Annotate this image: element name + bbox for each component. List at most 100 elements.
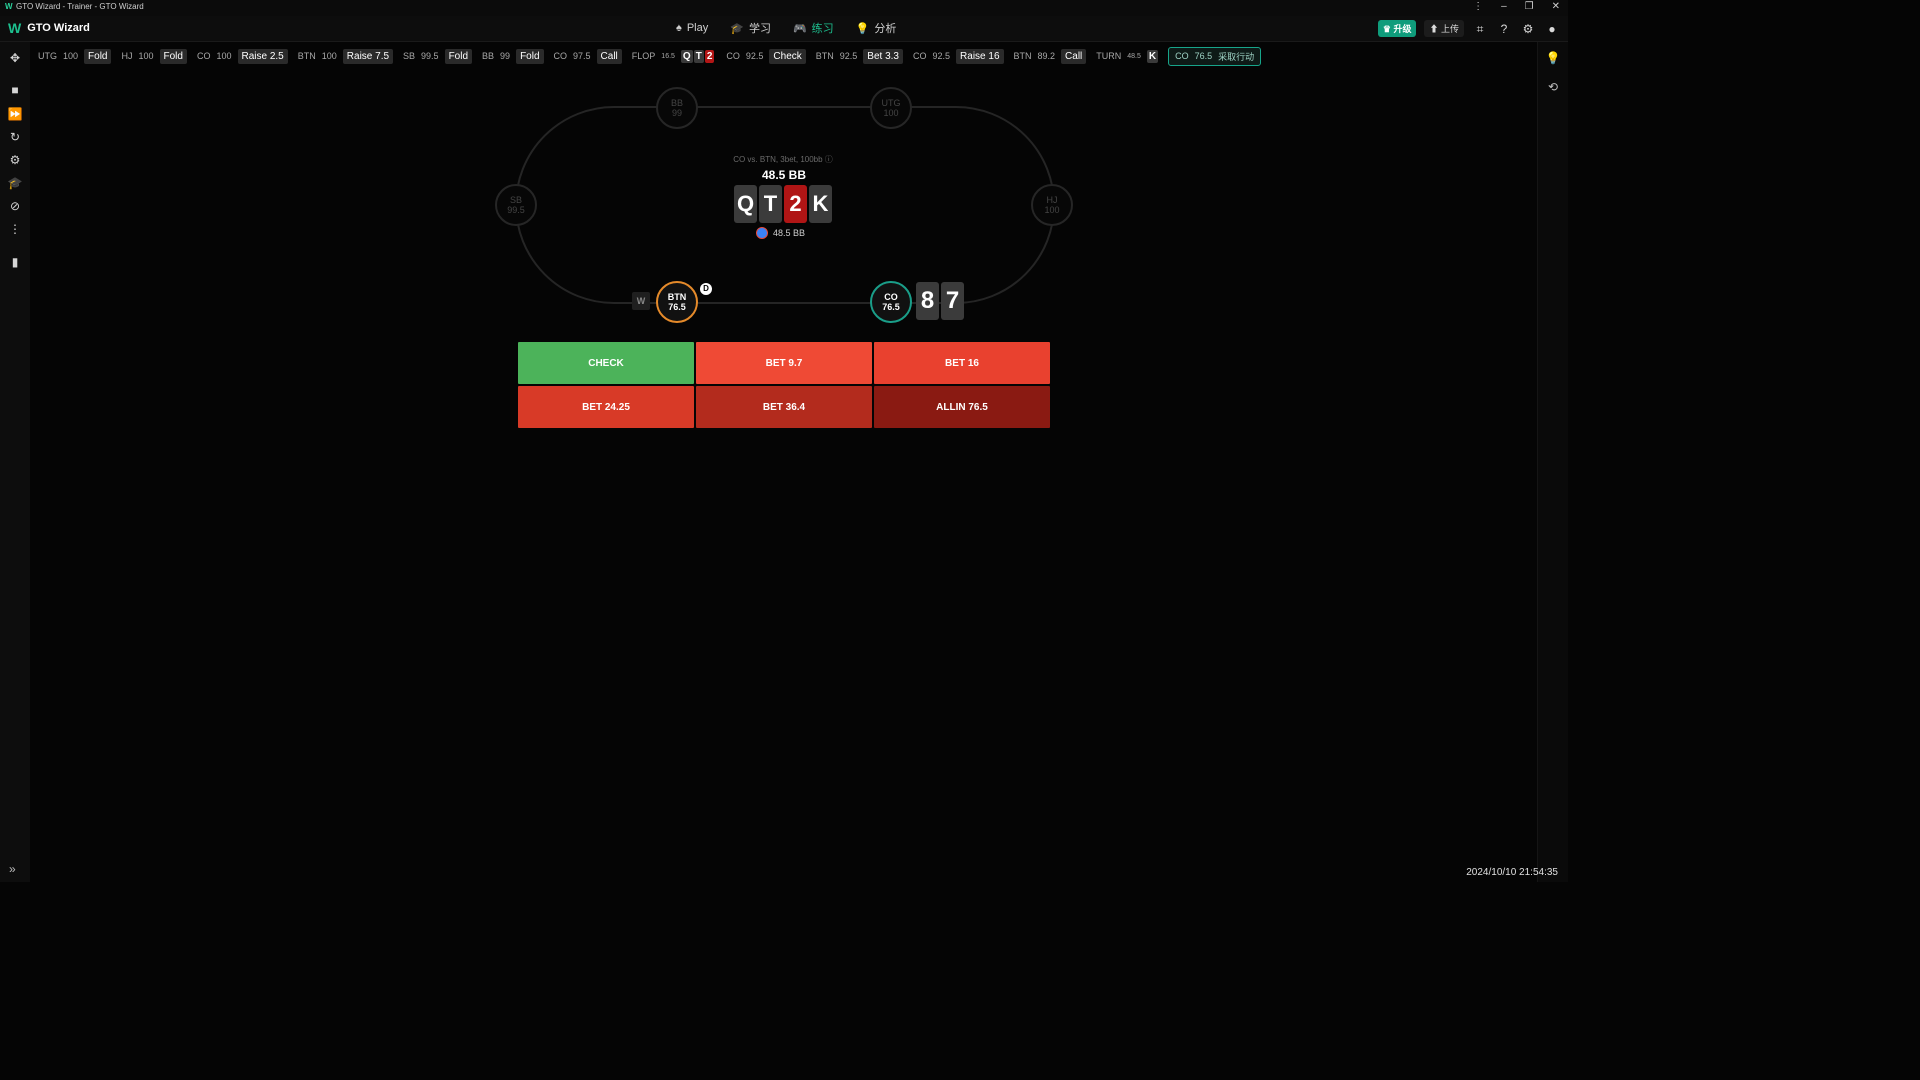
action-stack: 100 — [63, 51, 79, 61]
seat-stack: 99 — [671, 108, 682, 118]
pot-total: 48.5 BB — [761, 168, 807, 182]
flop-card: 2 — [704, 49, 715, 63]
fast-forward-icon[interactable]: ⏩ — [7, 106, 23, 122]
flop-label: FLOP — [631, 51, 656, 61]
seat-co: CO 76.5 — [870, 281, 912, 323]
seat-pos: BTN — [667, 292, 687, 302]
turn-card: K — [1146, 49, 1159, 63]
turn-label: TURN — [1096, 51, 1122, 61]
scenario-label: CO vs. BTN, 3bet, 100bb ⓘ — [700, 154, 866, 165]
current-stack: 76.5 — [1194, 51, 1213, 61]
seat-pos: UTG — [881, 98, 901, 108]
seat-pos: BB — [670, 98, 683, 108]
right-toolbar: 💡 ⟲ — [1537, 42, 1568, 882]
stop-icon[interactable]: ■ — [7, 82, 23, 98]
hero-card: 7 — [941, 282, 964, 320]
action-stack: 100 — [138, 51, 154, 61]
bet-large-button[interactable]: BET 24.25 — [518, 386, 694, 428]
flop-card: Q — [680, 49, 693, 63]
nav-play-label: Play — [686, 22, 709, 34]
seat-bb: BB 99 — [656, 87, 698, 129]
timestamp: 2024/10/10 21:54:35 — [1466, 867, 1558, 878]
history-icon[interactable]: ⟲ — [1545, 79, 1561, 95]
action-button[interactable]: Raise 2.5 — [237, 48, 288, 64]
seat-pos: SB — [509, 195, 522, 205]
action-pos: CO — [913, 51, 927, 61]
seat-stack: 76.5 — [668, 302, 686, 312]
flop-cards[interactable]: Q T 2 — [680, 49, 715, 63]
header-right-controls: ♛ 升级 ⬆ 上传 ⌗ ? ⚙ ● — [1377, 20, 1560, 37]
help-icon[interactable]: ? — [1496, 21, 1512, 37]
action-pos: BTN — [815, 51, 834, 61]
left-toolbar: ✥ ■ ⏩ ↻ ⚙ 🎓 ⊘ ⋮ ▮ — [0, 42, 30, 882]
stats-chart-icon[interactable]: ▮ — [7, 254, 23, 270]
nav-practice[interactable]: 🎮 练习 — [793, 20, 834, 36]
action-button[interactable]: Raise 16 — [956, 48, 1004, 64]
check-button[interactable]: CHECK — [518, 342, 694, 384]
action-button[interactable]: Fold — [84, 48, 112, 64]
board-card: 2 — [784, 185, 807, 223]
action-button[interactable]: Fold — [444, 48, 473, 64]
app-logo[interactable]: W GTO Wizard — [8, 20, 90, 36]
hero-card: 8 — [916, 282, 939, 320]
nav-play[interactable]: ♠ Play — [676, 20, 708, 36]
upload-label: 上传 — [1440, 24, 1459, 34]
hero-hole-cards: 8 7 — [916, 282, 964, 320]
action-button[interactable]: Call — [1061, 48, 1087, 64]
window-titlebar: W GTO Wizard - Trainer - GTO Wizard ⋮ – … — [0, 0, 1568, 16]
turn-cards[interactable]: K — [1146, 49, 1159, 63]
pot-chip-label: 48.5 BB — [773, 228, 806, 238]
action-stack: 99 — [500, 51, 511, 61]
action-button[interactable]: Fold — [516, 48, 544, 64]
action-stack: 100 — [321, 51, 337, 61]
refresh-icon[interactable]: ↻ — [7, 129, 23, 145]
graduation-cap-icon: 🎓 — [730, 22, 744, 35]
nav-analyze[interactable]: 💡 分析 — [856, 20, 897, 36]
minimize-icon[interactable]: – — [1501, 1, 1507, 12]
upload-button[interactable]: ⬆ 上传 — [1424, 20, 1464, 37]
study-icon[interactable]: 🎓 — [7, 175, 23, 191]
hint-lightbulb-icon[interactable]: 💡 — [1545, 50, 1561, 66]
restore-icon[interactable]: ❐ — [1525, 1, 1534, 12]
pot-chips: 48.5 BB — [756, 227, 805, 239]
nav-study[interactable]: 🎓 学习 — [730, 20, 771, 36]
upgrade-button[interactable]: ♛ 升级 — [1377, 20, 1417, 37]
more-vertical-icon[interactable]: ⋮ — [7, 221, 23, 237]
poker-chip-icon: ♠ — [676, 22, 682, 34]
move-icon[interactable]: ✥ — [7, 50, 23, 66]
action-button[interactable]: Fold — [159, 48, 187, 64]
seat-stack: 99.5 — [507, 205, 525, 215]
gear-icon[interactable]: ⚙ — [7, 152, 23, 168]
current-label: 采取行动 — [1218, 51, 1255, 62]
scenario-text: CO vs. BTN, 3bet, 100bb — [733, 155, 823, 164]
nav-analyze-label: 分析 — [874, 23, 897, 35]
close-icon[interactable]: ✕ — [1552, 1, 1560, 12]
account-icon[interactable]: ● — [1544, 21, 1560, 37]
bet-xlarge-button[interactable]: BET 36.4 — [696, 386, 872, 428]
screenshot-icon[interactable]: ⌗ — [1472, 21, 1488, 37]
current-pos: CO — [1175, 51, 1189, 61]
flop-card: T — [693, 49, 704, 63]
action-pos: HJ — [121, 51, 133, 61]
allin-button[interactable]: ALLIN 76.5 — [874, 386, 1050, 428]
action-pos: BTN — [1013, 51, 1032, 61]
settings-gear-icon[interactable]: ⚙ — [1520, 21, 1536, 37]
more-icon[interactable]: ⋮ — [1473, 1, 1483, 12]
action-button[interactable]: Check — [769, 48, 806, 64]
info-icon[interactable]: ⓘ — [825, 155, 833, 164]
expand-sidebar-icon[interactable]: » — [9, 862, 16, 876]
hide-icon[interactable]: ⊘ — [7, 198, 23, 214]
current-action-chip[interactable]: CO 76.5 采取行动 — [1168, 46, 1262, 66]
action-stack: 92.5 — [839, 51, 858, 61]
nav-study-label: 学习 — [748, 23, 771, 35]
seat-utg: UTG 100 — [870, 87, 912, 129]
action-pos: CO — [553, 51, 568, 61]
action-stack: 100 — [216, 51, 232, 61]
action-button[interactable]: Call — [596, 48, 622, 64]
board-card: T — [759, 185, 782, 223]
bet-small-button[interactable]: BET 9.7 — [696, 342, 872, 384]
action-button[interactable]: Raise 7.5 — [342, 48, 394, 64]
action-button[interactable]: Bet 3.3 — [863, 48, 903, 64]
action-pos: CO — [196, 51, 211, 61]
bet-medium-button[interactable]: BET 16 — [874, 342, 1050, 384]
